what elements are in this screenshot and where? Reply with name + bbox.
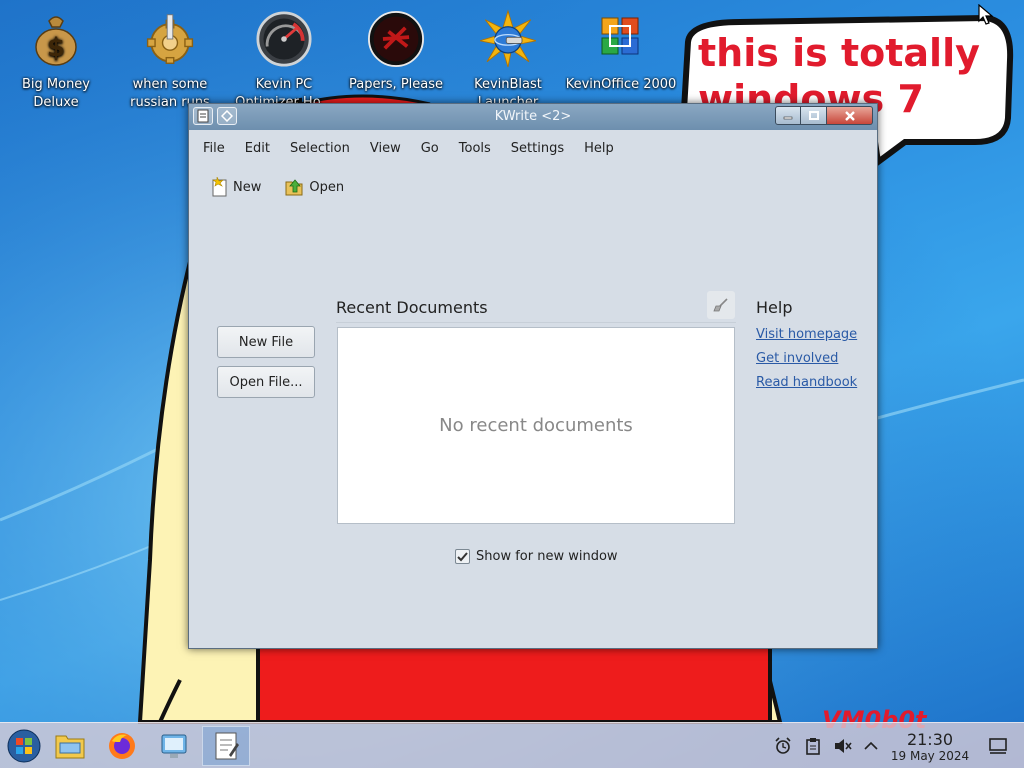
kwrite-window: KWrite <2> File Edit Selection View Go T… [188, 103, 878, 649]
read-handbook-link[interactable]: Read handbook [756, 375, 857, 390]
tray-clipboard[interactable] [800, 733, 826, 759]
clear-recent-button[interactable] [707, 291, 735, 319]
taskbar-system-settings[interactable] [150, 726, 198, 766]
main-toolbar: New Open [207, 174, 348, 200]
taskbar-firefox[interactable] [98, 726, 146, 766]
starburst-globe-icon [480, 8, 536, 70]
show-for-new-window-label: Show for new window [476, 549, 618, 564]
new-document-icon [212, 177, 227, 197]
clear-broom-icon [713, 298, 728, 312]
firefox-icon [109, 733, 135, 759]
recent-documents-heading: Recent Documents [336, 298, 488, 317]
toolbar-open-label: Open [309, 179, 345, 195]
start-button[interactable] [0, 726, 48, 766]
menu-selection[interactable]: Selection [280, 138, 360, 160]
toolbar-open-button[interactable]: Open [281, 174, 348, 200]
svg-text:$: $ [47, 33, 65, 63]
recent-documents-list[interactable]: No recent documents [337, 327, 735, 524]
toolbar-new-button[interactable]: New [207, 174, 265, 200]
clipboard-icon [806, 738, 820, 755]
checkmark-icon [457, 552, 468, 562]
show-desktop-icon [989, 738, 1007, 754]
minimize-icon [783, 116, 793, 119]
menu-help[interactable]: Help [574, 138, 624, 160]
taskbar: 21:30 19 May 2024 [0, 722, 1024, 768]
menu-bar: File Edit Selection View Go Tools Settin… [189, 138, 624, 160]
start-orb-icon [7, 729, 41, 763]
close-button[interactable] [827, 106, 873, 125]
maximize-icon [808, 110, 819, 120]
kwrite-icon [215, 732, 239, 760]
desktop-icon-russian-runs[interactable]: when some russian runs [114, 8, 226, 112]
window-title: KWrite <2> [494, 109, 572, 124]
clock-date: 19 May 2024 [890, 749, 970, 763]
help-heading: Help [756, 298, 793, 317]
system-settings-icon [161, 734, 187, 758]
taskbar-file-manager[interactable] [46, 726, 94, 766]
menu-tools[interactable]: Tools [449, 138, 501, 160]
tray-alarm[interactable] [770, 733, 796, 759]
menu-view[interactable]: View [360, 138, 411, 160]
taskbar-clock[interactable]: 21:30 19 May 2024 [880, 730, 980, 764]
tray-volume[interactable] [830, 733, 856, 759]
open-file-button[interactable]: Open File... [217, 366, 315, 398]
menu-edit[interactable]: Edit [235, 138, 280, 160]
recent-separator [336, 322, 736, 323]
gear-icon [142, 8, 198, 70]
new-file-button[interactable]: New File [217, 326, 315, 358]
close-icon [844, 110, 855, 121]
desktop-icon-big-money[interactable]: $ Big Money Deluxe [0, 8, 112, 112]
minimize-button[interactable] [775, 106, 801, 125]
desktop-icon-kevinblast[interactable]: KevinBlast Launcher [452, 8, 564, 112]
show-desktop-button[interactable] [985, 733, 1011, 759]
desktop-icon-kevinoffice[interactable]: KevinOffice 2000 [565, 8, 677, 112]
menu-settings[interactable]: Settings [501, 138, 574, 160]
show-for-new-window-checkbox[interactable] [455, 549, 470, 564]
empty-recent-message: No recent documents [439, 415, 633, 436]
money-bag-icon: $ [28, 8, 84, 70]
desktop-icon-kevin-pc-optimizer[interactable]: Kevin PC Optimizer Ho... [228, 8, 340, 112]
desktop-icon-papers-please[interactable]: Papers, Please [340, 8, 452, 112]
menu-file[interactable]: File [193, 138, 235, 160]
show-for-new-window-option: Show for new window [455, 549, 618, 564]
volume-muted-icon [835, 739, 852, 753]
speedometer-icon [256, 8, 312, 70]
window-titlebar[interactable]: KWrite <2> [189, 104, 877, 130]
toolbar-new-label: New [233, 179, 262, 195]
menu-go[interactable]: Go [411, 138, 449, 160]
taskbar-kwrite[interactable] [202, 726, 250, 766]
visit-homepage-link[interactable]: Visit homepage [756, 327, 857, 342]
open-folder-icon [285, 179, 303, 196]
office-logo-icon [593, 8, 649, 70]
maximize-button[interactable] [801, 106, 827, 125]
chevron-up-icon [864, 741, 878, 750]
get-involved-link[interactable]: Get involved [756, 351, 838, 366]
alarm-icon [775, 737, 791, 754]
mouse-cursor-icon [978, 4, 994, 25]
papers-please-icon [368, 8, 424, 70]
clock-time: 21:30 [906, 730, 954, 749]
file-manager-icon [55, 735, 85, 759]
